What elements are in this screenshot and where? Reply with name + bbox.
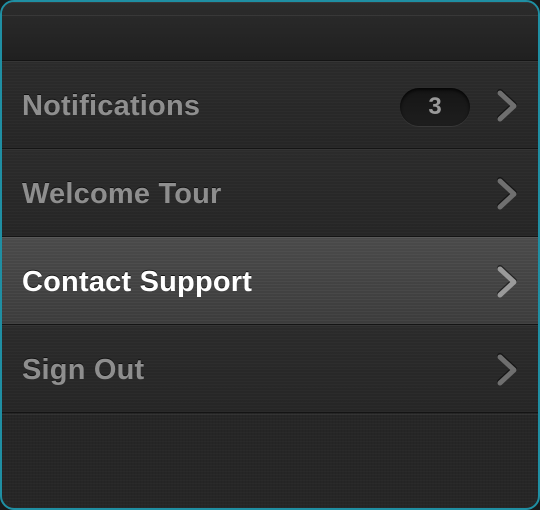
- notifications-count-badge: 3: [400, 88, 470, 126]
- chevron-right-icon: [497, 265, 517, 298]
- menu-item-sign-out[interactable]: Sign Out: [2, 325, 538, 413]
- menu-item-label: Notifications: [22, 90, 201, 122]
- side-menu-panel: Notifications 3 Welcome Tour Contact Sup…: [0, 0, 540, 510]
- menu-header: [2, 2, 538, 61]
- menu-item-contact-support[interactable]: Contact Support: [2, 237, 538, 325]
- menu-footer-divider: [2, 414, 538, 415]
- menu-item-label: Sign Out: [22, 354, 145, 386]
- header-divider: [2, 15, 538, 16]
- menu-list: Notifications 3 Welcome Tour Contact Sup…: [2, 61, 538, 413]
- chevron-right-icon: [497, 177, 517, 210]
- chevron-right-icon: [497, 89, 517, 122]
- menu-item-welcome-tour[interactable]: Welcome Tour: [2, 149, 538, 237]
- menu-item-label: Contact Support: [22, 266, 253, 298]
- menu-item-label: Welcome Tour: [22, 178, 222, 210]
- chevron-right-icon: [497, 353, 517, 386]
- menu-item-notifications[interactable]: Notifications 3: [2, 61, 538, 149]
